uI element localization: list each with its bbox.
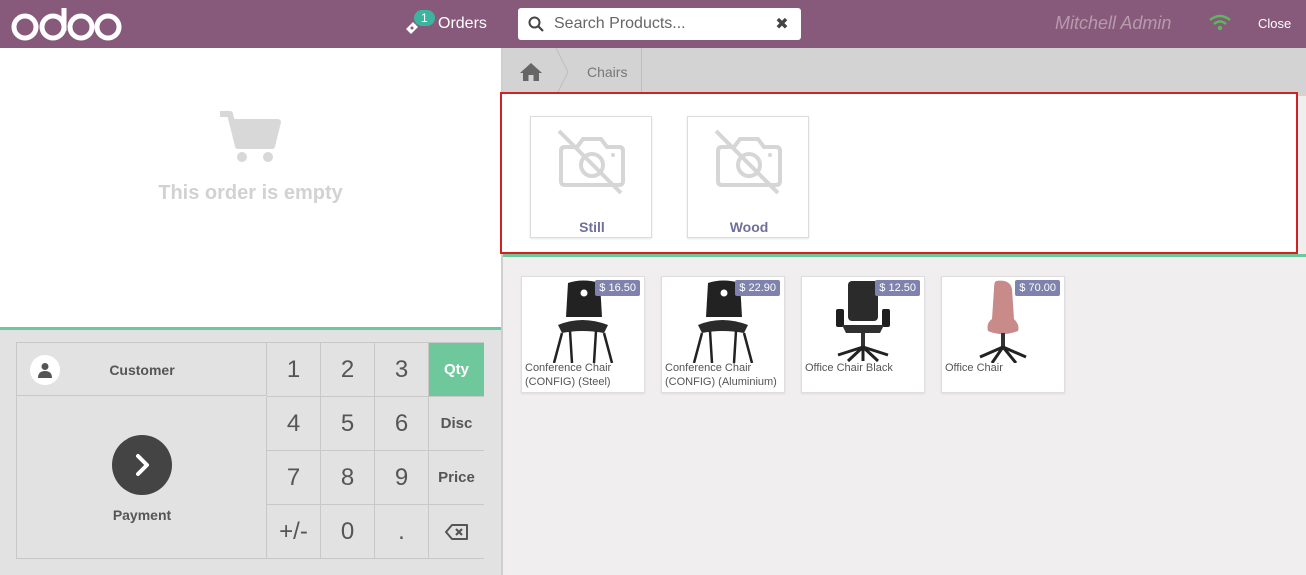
product-name: Office Chair Black [805,362,893,374]
breadcrumb-home[interactable] [503,48,559,96]
top-bar: 1 Orders ✖ Mitchell Admin Close [0,0,1306,48]
wifi-icon[interactable] [1208,14,1232,37]
search-input[interactable] [554,9,770,39]
customer-button[interactable]: Customer [17,343,267,396]
product-name: Office Chair [945,362,1003,374]
control-pad: Customer Payment 1 2 3 Qty 4 5 6 Disc 7 … [16,342,484,559]
orders-label: Orders [438,15,487,32]
numpad-key-8[interactable]: 8 [321,451,375,505]
product-name: Conference Chair (CONFIG) (Steel) [525,362,612,388]
mode-price-button[interactable]: Price [429,451,484,505]
product-card[interactable]: $ 22.90 Conference Chair (CONFIG) (Alumi… [661,276,785,393]
numpad-key-decimal[interactable]: . [375,505,429,558]
empty-order-message: This order is empty [158,182,343,204]
category-wood[interactable]: Wood [687,116,809,238]
payment-label: Payment [112,507,172,523]
order-panel: This order is empty Customer Payment 1 2 [0,48,501,575]
chevron-right-icon [112,435,172,495]
breadcrumb-separator [555,48,569,96]
no-image-icon [714,129,782,195]
numpad-key-2[interactable]: 2 [321,343,375,397]
payment-button[interactable]: Payment [17,397,267,558]
category-name: Still [579,219,605,235]
numpad-key-4[interactable]: 4 [267,397,321,451]
mode-disc-button[interactable]: Disc [429,397,484,451]
user-name: Mitchell Admin [1055,13,1172,33]
category-name: Wood [729,219,769,235]
product-name: Conference Chair (CONFIG) (Aluminium) [665,362,777,388]
numpad: 1 2 3 Qty 4 5 6 Disc 7 8 9 Price +/- 0 . [267,343,484,558]
close-button[interactable]: Close [1258,16,1291,31]
numpad-key-0[interactable]: 0 [321,505,375,558]
cart-icon [220,111,281,162]
product-card[interactable]: $ 70.00 Office Chair [941,276,1065,393]
price-tag: $ 70.00 [1015,280,1060,296]
product-search: ✖ [518,8,801,40]
home-icon [520,63,542,81]
product-card[interactable]: $ 12.50 Office Chair Black [801,276,925,393]
price-tag: $ 16.50 [595,280,640,296]
orders-count-badge: 1 [414,10,435,26]
breadcrumb-chairs[interactable]: Chairs [573,48,643,96]
product-card[interactable]: $ 16.50 Conference Chair (CONFIG) (Steel… [521,276,645,393]
order-summary: This order is empty [0,48,501,330]
backspace-button[interactable] [429,505,484,558]
no-image-icon [557,129,625,195]
clear-search-icon[interactable]: ✖ [770,8,794,40]
numpad-key-9[interactable]: 9 [375,451,429,505]
price-tag: $ 12.50 [875,280,920,296]
numpad-key-6[interactable]: 6 [375,397,429,451]
subcategory-list: Still Wood [500,92,1298,254]
mode-qty-button[interactable]: Qty [429,343,484,397]
breadcrumb: Chairs [503,48,1306,96]
ticket-icon: 1 [404,10,435,34]
numpad-key-plus-minus[interactable]: +/- [267,505,321,558]
backspace-icon [444,523,468,540]
numpad-key-1[interactable]: 1 [267,343,321,397]
orders-button[interactable]: 1 Orders [404,10,487,38]
product-list: $ 16.50 Conference Chair (CONFIG) (Steel… [503,257,1306,575]
category-still[interactable]: Still [530,116,652,238]
numpad-key-7[interactable]: 7 [267,451,321,505]
price-tag: $ 22.90 [735,280,780,296]
search-icon [518,8,554,40]
numpad-key-5[interactable]: 5 [321,397,375,451]
numpad-key-3[interactable]: 3 [375,343,429,397]
customer-label: Customer [109,362,175,378]
odoo-logo [11,8,122,41]
